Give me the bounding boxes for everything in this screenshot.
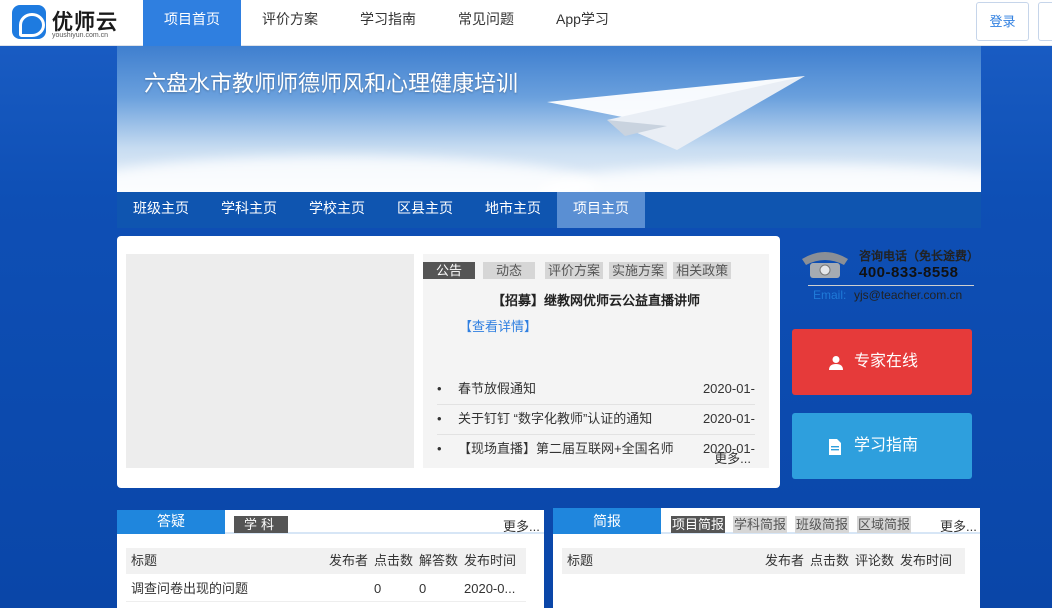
subnav-project-home[interactable]: 项目主页 [557,192,645,228]
brief-panel-header: 简报 项目简报 学科简报 班级简报 区域简报 更多... [553,508,980,535]
subnav-district-home[interactable]: 区县主页 [381,192,469,228]
list-item[interactable]: • 【现场直播】第二届互联网+全国名师 2020-01- [437,435,755,465]
tab-news[interactable]: 动态 [483,262,536,279]
brief-title[interactable]: 简报 [553,508,661,534]
telephone-icon [802,252,848,278]
bullet: • [437,441,442,456]
tab-announcement[interactable]: 公告 [423,262,476,279]
column-header: 发布时间 [464,553,517,568]
project-title: 六盘水市教师师德师风和心理健康培训 [144,71,519,96]
notice-title[interactable]: 春节放假通知 [458,375,536,403]
tab-project-brief[interactable]: 项目简报 [671,516,726,533]
study-guide-label: 学习指南 [854,437,919,454]
view-details-link[interactable]: 【查看详情】 [459,316,537,335]
notice-box: 公告 动态 评价方案 实施方案 相关政策 【招募】继教网优师云公益直播讲师 【查… [423,254,769,468]
nav-item-project-home[interactable]: 项目首页 [143,0,241,46]
tab-subject-brief[interactable]: 学科简报 [733,516,788,533]
tab-policies[interactable]: 相关政策 [673,262,732,279]
logo-cloud-icon [12,5,46,39]
brief-subtabs: 项目简报 学科简报 班级简报 区域简报 [671,516,919,533]
list-item[interactable]: • 春节放假通知 2020-01- [437,375,755,405]
nav-item-faq[interactable]: 常见问题 [437,0,535,46]
document-icon [829,439,841,455]
qa-title-cell[interactable]: 调查问卷出现的问题 [131,576,248,602]
nav-item-evaluation-plan[interactable]: 评价方案 [241,0,339,46]
nav-item-study-guide[interactable]: 学习指南 [339,0,437,46]
bullet: • [437,381,442,396]
brief-panel: 简报 项目简报 学科简报 班级简报 区域简报 更多... 标题 发布者 点击数 … [553,508,980,608]
nav-item-app-study[interactable]: App学习 [535,0,630,46]
column-header: 发布时间 [900,553,953,568]
login-button[interactable]: 登录 [976,2,1029,41]
sub-nav: 班级主页 学科主页 学校主页 区县主页 地市主页 项目主页 [117,192,981,228]
paper-plane-icon [547,76,805,150]
notice-headline[interactable]: 【招募】继教网优师云公益直播讲师 [423,290,769,309]
qa-title[interactable]: 答疑 [117,510,225,534]
table-row[interactable]: 调查问卷出现的问题 0 0 2020-0... [126,576,526,602]
column-header: 标题 [567,553,594,568]
tab-region-brief[interactable]: 区域简报 [857,516,912,533]
notice-title[interactable]: 【现场直播】第二届互联网+全国名师 [458,435,674,463]
site-logo[interactable]: 优师云 youshiyun.com.cn [12,5,122,41]
qa-panel-header: 答疑 学科 更多... [117,510,544,534]
notice-date: 2020-01- [694,375,755,403]
tab-class-brief[interactable]: 班级简报 [795,516,850,533]
tab-evaluation-plan[interactable]: 评价方案 [545,262,604,279]
column-header: 发布者 [329,553,369,568]
column-header: 评论数 [855,553,895,568]
tab-subject[interactable]: 学科 [234,516,288,533]
email-label: Email: [813,288,847,302]
column-header: 发布者 [765,553,805,568]
notice-more-link[interactable]: 更多... [714,448,751,467]
banner-cloud [117,156,597,192]
list-item[interactable]: • 关于钉钉 “数字化教师”认证的通知 2020-01- [437,405,755,435]
column-header: 点击数 [374,553,414,568]
expert-online-button[interactable]: 专家在线 [792,329,972,395]
brief-more-link[interactable]: 更多... [940,516,977,535]
bullet: • [437,411,442,426]
logo-domain: youshiyun.com.cn [52,32,109,39]
project-banner: 六盘水市教师师德师风和心理健康培训 [117,46,981,192]
qa-panel: 答疑 学科 更多... 标题 发布者 点击数 解答数 发布时间 调查问卷出现的问… [117,510,544,608]
notice-date: 2020-01- [694,405,755,433]
column-header: 点击数 [810,553,850,568]
user-icon [829,356,843,370]
subnav-class-home[interactable]: 班级主页 [117,192,205,228]
notice-tabs: 公告 动态 评价方案 实施方案 相关政策 [423,262,737,279]
study-guide-button[interactable]: 学习指南 [792,413,972,479]
image-slideshow[interactable] [126,254,414,468]
main-nav: 项目首页 评价方案 学习指南 常见问题 App学习 [143,0,630,46]
qa-time-cell: 2020-0... [464,581,516,596]
qa-table-header: 标题 发布者 点击数 解答数 发布时间 [126,548,526,574]
notice-list: • 春节放假通知 2020-01- • 关于钉钉 “数字化教师”认证的通知 20… [437,375,755,465]
main-content-panel: 公告 动态 评价方案 实施方案 相关政策 【招募】继教网优师云公益直播讲师 【查… [117,236,780,488]
contact-phone: 400-833-8558 [859,264,959,281]
column-header: 解答数 [419,553,459,568]
register-button[interactable] [1038,2,1052,41]
tab-implementation-plan[interactable]: 实施方案 [609,262,668,279]
notice-title[interactable]: 关于钉钉 “数字化教师”认证的通知 [458,405,652,433]
top-navbar: 优师云 youshiyun.com.cn 项目首页 评价方案 学习指南 常见问题… [0,0,1052,46]
divider [808,285,974,286]
qa-more-link[interactable]: 更多... [503,516,540,535]
subnav-city-home[interactable]: 地市主页 [469,192,557,228]
qa-clicks-cell: 0 [374,581,382,596]
contact-label: 咨询电话（免长途费） [859,249,980,263]
banner-cloud [537,164,981,192]
column-header: 标题 [131,553,158,568]
qa-answers-cell: 0 [419,581,427,596]
expert-online-label: 专家在线 [854,353,919,370]
contact-email[interactable]: yjs@teacher.com.cn [854,288,962,302]
contact-info: 咨询电话（免长途费） 400-833-8558 Email: yjs@teach… [792,241,980,307]
subnav-school-home[interactable]: 学校主页 [293,192,381,228]
subnav-subject-home[interactable]: 学科主页 [205,192,293,228]
brief-table-header: 标题 发布者 点击数 评论数 发布时间 [562,548,965,574]
